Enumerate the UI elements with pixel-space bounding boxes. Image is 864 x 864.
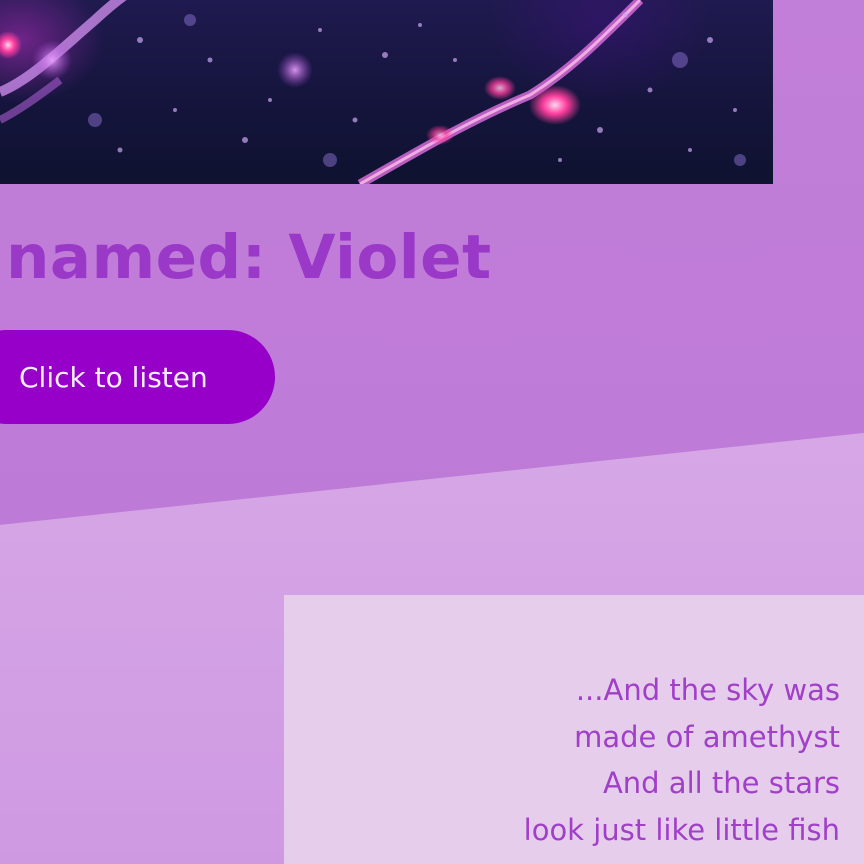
lyric-line: made of amethyst (574, 719, 840, 754)
lyric-line: ...And the sky was (575, 673, 840, 707)
lyrics-card: ...And the sky was made of amethyst And … (284, 595, 864, 864)
lyric-line: look just like little fish (523, 812, 840, 847)
hero-image (0, 0, 773, 184)
listen-button[interactable]: Click to listen (0, 330, 275, 424)
lyrics-text: ...And the sky was made of amethyst And … (524, 667, 840, 853)
lyric-line: And all the stars (602, 766, 840, 800)
page-title: named: Violet (6, 222, 492, 293)
hero-image-art (0, 0, 746, 184)
